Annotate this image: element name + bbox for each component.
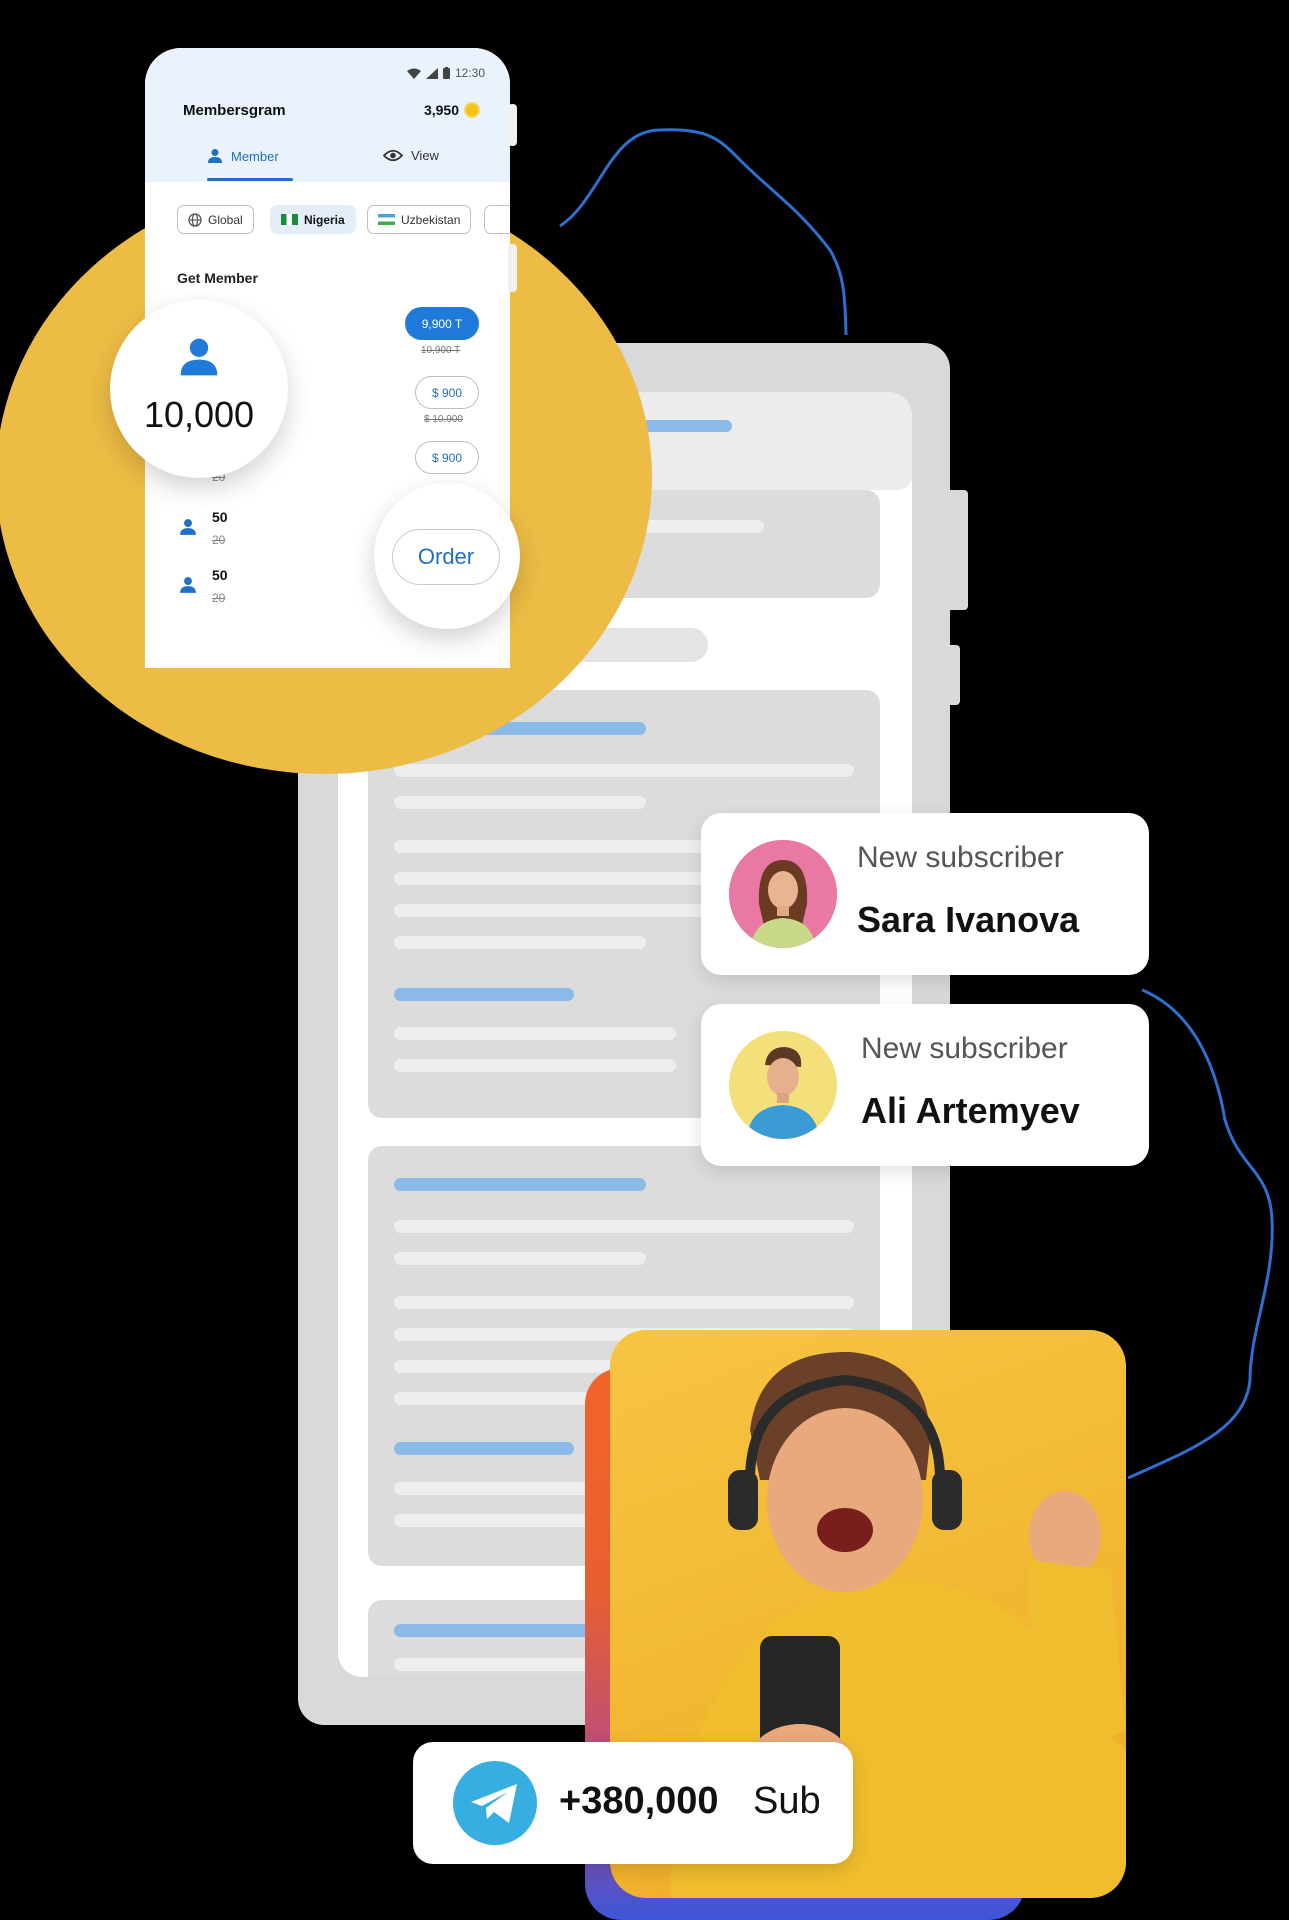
chip-more[interactable] bbox=[484, 205, 510, 234]
section-title: Get Member bbox=[177, 270, 258, 286]
phone-side-button bbox=[508, 104, 517, 146]
member-count-value: 10,000 bbox=[143, 394, 255, 435]
tab-view-label: View bbox=[411, 148, 439, 163]
placeholder-line bbox=[394, 988, 574, 1001]
status-time: 12:30 bbox=[454, 66, 485, 80]
placeholder-line bbox=[394, 1442, 574, 1455]
subscriber-name: Ali Artemyev bbox=[861, 1090, 1080, 1131]
order-magnifier: Order bbox=[374, 483, 520, 629]
subscriber-card: New subscriber Sara Ivanova bbox=[701, 813, 1149, 975]
old-price: 10,900 T bbox=[421, 345, 461, 356]
avatar-portrait bbox=[729, 840, 837, 948]
person-icon bbox=[180, 519, 196, 535]
eye-icon bbox=[383, 149, 403, 162]
placeholder-line bbox=[394, 1059, 676, 1072]
wifi-icon bbox=[406, 68, 421, 79]
subscriber-name: Sara Ivanova bbox=[857, 899, 1080, 940]
row-value: 50 bbox=[212, 509, 228, 525]
member-count-magnifier: 10,000 bbox=[110, 300, 288, 478]
globe-icon bbox=[188, 212, 202, 227]
price-button[interactable]: $ 900 bbox=[415, 441, 479, 474]
avatar bbox=[729, 840, 837, 948]
order-button[interactable]: Order bbox=[392, 529, 500, 585]
coin-balance[interactable]: 3,950 bbox=[424, 102, 480, 118]
placeholder-line bbox=[394, 936, 646, 949]
tab-member-label: Member bbox=[231, 148, 279, 164]
phone-side-button bbox=[508, 244, 517, 292]
person-icon bbox=[180, 577, 196, 593]
placeholder-line bbox=[394, 764, 854, 777]
row-old-value: 20 bbox=[212, 591, 226, 605]
placeholder-line bbox=[394, 1178, 646, 1191]
telegram-icon bbox=[453, 1761, 537, 1845]
chip-uzbekistan-label: Uzbekistan bbox=[401, 212, 461, 227]
subscriber-unit: Sub bbox=[753, 1780, 821, 1822]
chip-global-label: Global bbox=[208, 212, 243, 227]
uzbekistan-flag-icon bbox=[378, 214, 395, 225]
placeholder-line bbox=[394, 1027, 676, 1040]
status-bar: 12:30 bbox=[406, 66, 485, 80]
person-icon bbox=[180, 338, 218, 376]
balance-value: 3,950 bbox=[423, 102, 459, 118]
tab-view[interactable]: View bbox=[383, 148, 439, 163]
signal-icon bbox=[425, 67, 438, 79]
subscriber-label: New subscriber bbox=[861, 1032, 1068, 1065]
price-button[interactable]: $ 900 bbox=[415, 376, 479, 409]
battery-icon bbox=[442, 67, 450, 79]
row-old-value: 20 bbox=[212, 533, 226, 547]
placeholder-line bbox=[394, 1220, 854, 1233]
coin-icon bbox=[464, 102, 480, 118]
nigeria-flag-icon bbox=[281, 214, 298, 225]
price-button[interactable]: 9,900 T bbox=[405, 307, 479, 340]
active-tab-indicator bbox=[207, 178, 293, 181]
chip-uzbekistan[interactable]: Uzbekistan bbox=[367, 205, 472, 234]
avatar-portrait bbox=[729, 1031, 837, 1139]
telegram-subscriber-card: +380,000 Sub bbox=[413, 1742, 853, 1864]
placeholder-line bbox=[394, 1296, 854, 1309]
person-icon bbox=[208, 149, 222, 163]
avatar bbox=[729, 1031, 837, 1139]
subscriber-count: +380,000 bbox=[559, 1780, 719, 1822]
chip-nigeria[interactable]: Nigeria bbox=[270, 205, 356, 234]
app-title: Membersgram bbox=[183, 102, 286, 119]
placeholder-line bbox=[394, 796, 646, 809]
chip-global[interactable]: Global bbox=[177, 205, 254, 234]
tab-member[interactable]: Member bbox=[207, 148, 279, 164]
row-value: 50 bbox=[212, 567, 228, 583]
subscriber-card: New subscriber Ali Artemyev bbox=[701, 1004, 1149, 1166]
chip-nigeria-label: Nigeria bbox=[304, 212, 345, 227]
old-price: $ 10,900 bbox=[424, 414, 463, 425]
subscriber-label: New subscriber bbox=[857, 841, 1064, 874]
placeholder-line bbox=[394, 1252, 646, 1265]
